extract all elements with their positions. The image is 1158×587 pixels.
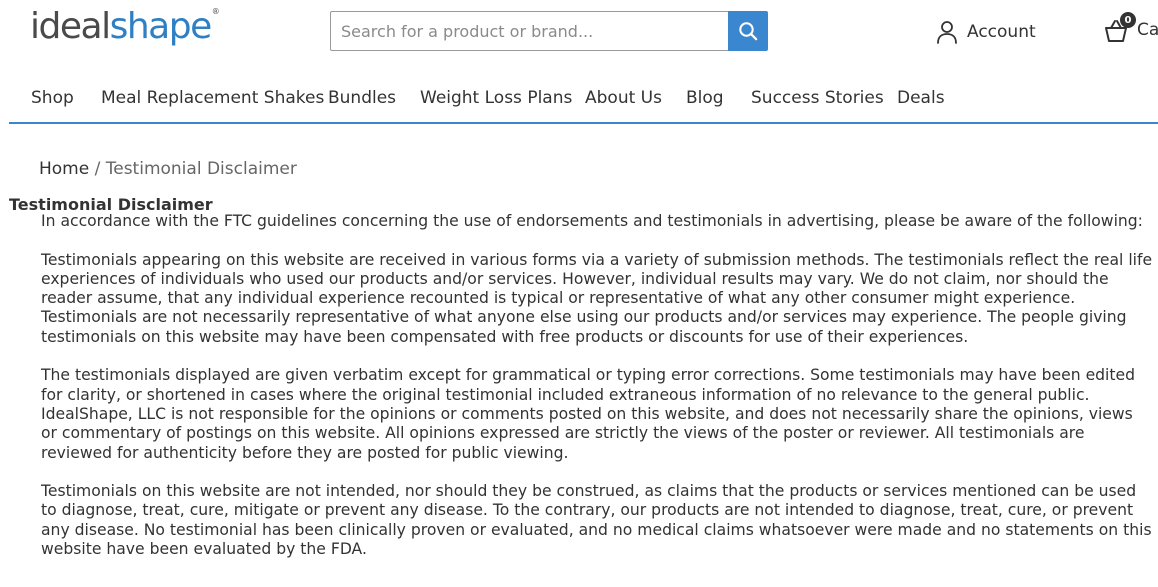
breadcrumb: Home / Testimonial Disclaimer [39,159,297,179]
breadcrumb-current: Testimonial Disclaimer [105,159,297,179]
nav-item-weight-loss-plans[interactable]: Weight Loss Plans [420,88,572,108]
cart-link[interactable]: 0 Ca [1103,12,1158,46]
disclaimer-content: In accordance with the FTC guidelines co… [41,212,1153,579]
nav-item-about-us[interactable]: About Us [585,88,662,108]
user-icon [937,21,957,44]
nav-item-deals[interactable]: Deals [897,88,945,108]
main-navigation: Shop Meal Replacement Shakes Bundles Wei… [9,74,1158,124]
search-button[interactable] [728,11,768,51]
breadcrumb-home-link[interactable]: Home [39,159,89,179]
nav-item-meal-replacement-shakes[interactable]: Meal Replacement Shakes [101,88,324,108]
nav-item-success-stories[interactable]: Success Stories [751,88,884,108]
disclaimer-paragraph-results: Testimonials appearing on this website a… [41,250,1153,346]
cart-icon-wrap: 0 [1103,12,1136,44]
cart-count-badge: 0 [1120,12,1136,28]
idealshape-logo[interactable]: ideal shape ® [30,6,220,52]
cart-label: Ca [1137,20,1158,40]
nav-item-blog[interactable]: Blog [686,88,724,108]
search-icon [739,22,758,41]
logo-registered-mark: ® [211,7,220,16]
logo-text-ideal: ideal [30,6,111,47]
disclaimer-paragraph-medical: Testimonials on this website are not int… [41,482,1152,559]
nav-item-bundles[interactable]: Bundles [328,88,396,108]
disclaimer-paragraph-verbatim: The testimonials displayed are given ver… [41,366,1135,462]
logo-text-shape: shape [109,6,213,47]
disclaimer-paragraph-intro: In accordance with the FTC guidelines co… [41,212,1143,230]
account-label: Account [967,22,1036,42]
account-link[interactable]: Account [936,18,1036,46]
search-input[interactable] [330,11,728,51]
breadcrumb-separator: / [89,159,106,179]
nav-item-shop[interactable]: Shop [31,88,74,108]
search-bar [330,11,770,51]
site-header: idealshape® Account 0 Ca [0,0,1158,62]
